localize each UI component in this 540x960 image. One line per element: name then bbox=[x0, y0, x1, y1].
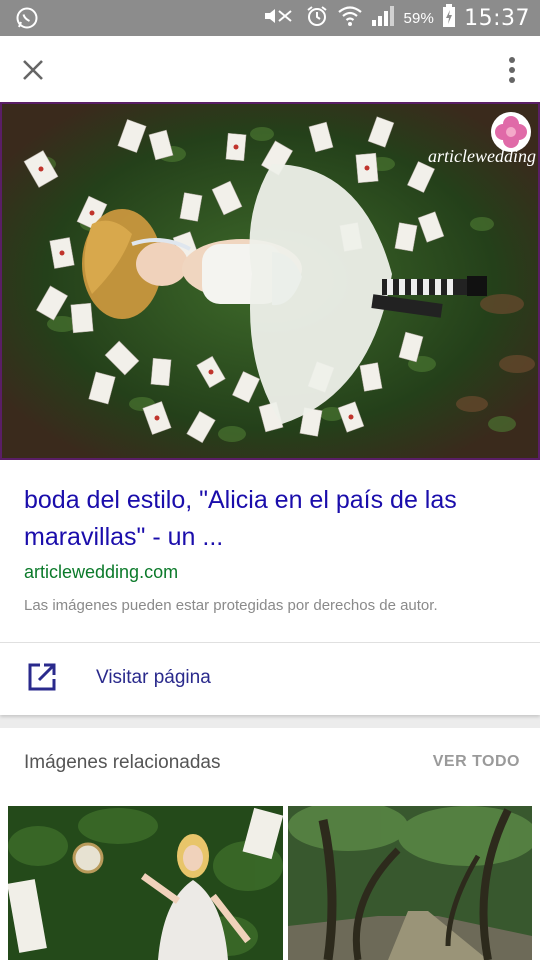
status-bar: 59% 15:37 bbox=[0, 0, 540, 36]
related-images-section: Imágenes relacionadas VER TODO bbox=[0, 728, 540, 960]
close-button[interactable] bbox=[16, 53, 50, 87]
more-options-button[interactable] bbox=[502, 53, 522, 87]
visit-page-label: Visitar página bbox=[96, 667, 211, 688]
related-image-thumbnail[interactable] bbox=[288, 806, 532, 960]
related-image-thumbnail[interactable] bbox=[8, 806, 283, 960]
see-all-button[interactable]: VER TODO bbox=[433, 753, 520, 771]
mute-icon bbox=[263, 6, 297, 31]
more-vert-icon bbox=[509, 57, 515, 83]
battery-percent: 59% bbox=[403, 9, 435, 27]
copyright-disclaimer: Las imágenes pueden estar protegidas por… bbox=[24, 597, 438, 614]
clock: 15:37 bbox=[464, 5, 530, 31]
result-card: boda del estilo, "Alicia en el país de l… bbox=[0, 460, 540, 715]
close-icon bbox=[23, 60, 43, 80]
open-in-new-icon bbox=[26, 661, 58, 693]
app-bar bbox=[0, 36, 540, 102]
battery-charging-icon bbox=[442, 3, 456, 33]
watermark-text: articlewedding bbox=[428, 146, 536, 166]
result-title[interactable]: boda del estilo, "Alicia en el país de l… bbox=[24, 482, 524, 556]
result-image[interactable]: articlewedding bbox=[0, 102, 540, 460]
watermark-logo bbox=[436, 110, 536, 180]
whatsapp-icon bbox=[14, 6, 40, 30]
result-domain[interactable]: articlewedding.com bbox=[24, 562, 178, 583]
alarm-icon bbox=[305, 4, 329, 33]
related-images-heading: Imágenes relacionadas bbox=[24, 752, 221, 773]
signal-icon bbox=[371, 5, 395, 32]
visit-page-button[interactable]: Visitar página bbox=[0, 643, 540, 715]
wifi-icon bbox=[337, 5, 363, 32]
